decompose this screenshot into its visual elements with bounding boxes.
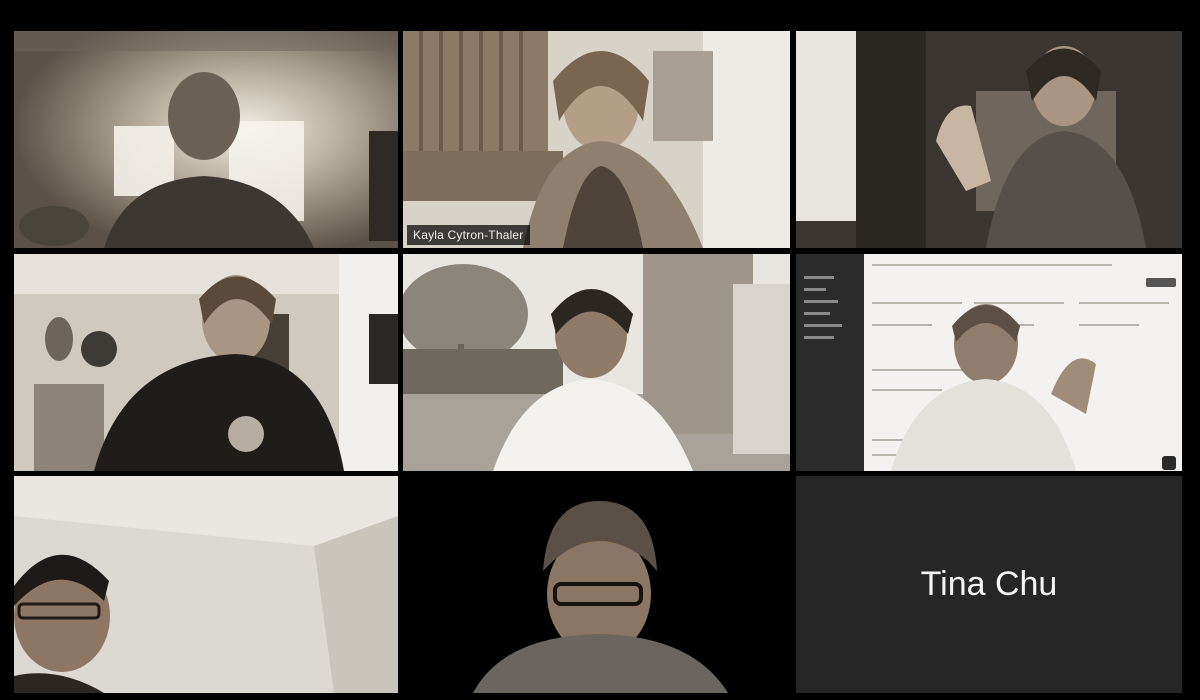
participant-video-8 [403,476,790,693]
participant-video-4 [14,254,398,471]
participant-tile-5[interactable] [403,254,790,471]
participant-tile-2[interactable]: Kayla Cytron-Thaler [403,31,790,248]
shared-screen-background [796,254,1182,471]
participant-video-2 [403,31,790,248]
participant-name-label: Kayla Cytron-Thaler [407,225,530,245]
participant-tile-8[interactable] [403,476,790,693]
participant-tile-6[interactable] [796,254,1182,471]
participant-video-6 [891,304,1176,471]
participant-tile-3[interactable] [796,31,1182,248]
participant-tile-9[interactable]: Tina Chu [796,476,1182,693]
participant-name-display: Tina Chu [796,476,1182,693]
participant-tile-7[interactable] [14,476,398,693]
participant-video-3 [796,31,1182,248]
participant-tile-1[interactable] [14,31,398,248]
participant-video-7 [14,476,398,693]
participant-tile-4[interactable] [14,254,398,471]
participant-video-5 [403,254,790,471]
video-gallery-grid: Kayla Cytron-Thaler Tina Chu [0,0,1200,700]
participant-video-1 [14,31,398,248]
